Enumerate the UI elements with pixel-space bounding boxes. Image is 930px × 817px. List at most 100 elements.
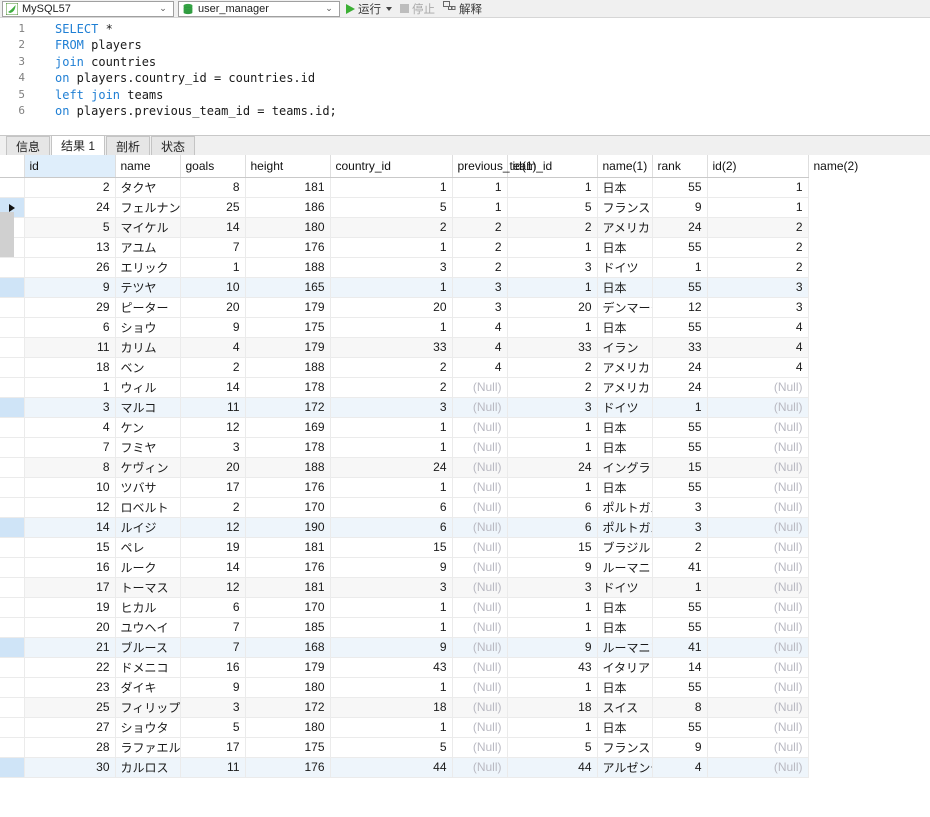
chevron-down-icon[interactable]: ⌄ bbox=[321, 3, 337, 14]
cell-country_id[interactable]: 1 bbox=[330, 437, 453, 458]
cell-id[interactable]: 29 bbox=[24, 297, 116, 318]
row-marker-cell[interactable] bbox=[0, 337, 25, 358]
cell-height[interactable]: 176 bbox=[245, 757, 331, 778]
cell-height[interactable]: 170 bbox=[245, 597, 331, 618]
cell-id(2)[interactable]: (Null) bbox=[707, 417, 809, 438]
row-marker-cell[interactable] bbox=[0, 417, 25, 438]
cell-previous_team_id[interactable]: (Null) bbox=[452, 657, 508, 678]
cell-name(1)[interactable]: 日本 bbox=[597, 437, 653, 458]
tab-2[interactable]: 剖析 bbox=[106, 136, 151, 155]
cell-goals[interactable]: 1 bbox=[180, 257, 246, 278]
cell-goals[interactable]: 11 bbox=[180, 757, 246, 778]
cell-id(2)[interactable]: (Null) bbox=[707, 557, 809, 578]
cell-country_id[interactable]: 9 bbox=[330, 637, 453, 658]
column-header[interactable]: id bbox=[24, 155, 116, 178]
cell-height[interactable]: 176 bbox=[245, 557, 331, 578]
cell-country_id[interactable]: 1 bbox=[330, 277, 453, 298]
cell-country_id[interactable]: 6 bbox=[330, 497, 453, 518]
cell-name(1)[interactable]: ブラジル bbox=[597, 537, 653, 558]
cell-goals[interactable]: 7 bbox=[180, 237, 246, 258]
cell-id[interactable]: 25 bbox=[24, 697, 116, 718]
cell-id(1)[interactable]: 1 bbox=[507, 237, 598, 258]
cell-id(1)[interactable]: 2 bbox=[507, 357, 598, 378]
cell-country_id[interactable]: 18 bbox=[330, 697, 453, 718]
cell-name(1)[interactable]: アメリカ bbox=[597, 217, 653, 238]
cell-name(1)[interactable]: アメリカ bbox=[597, 357, 653, 378]
cell-id[interactable]: 16 bbox=[24, 557, 116, 578]
cell-previous_team_id[interactable]: (Null) bbox=[452, 377, 508, 398]
cell-country_id[interactable]: 1 bbox=[330, 477, 453, 498]
table-row[interactable]: 17トーマス121813(Null)3ドイツ1(Null)(Null) bbox=[0, 577, 809, 598]
table-row[interactable]: 3マルコ111723(Null)3ドイツ1(Null)(Null) bbox=[0, 397, 809, 418]
cell-rank[interactable]: 1 bbox=[652, 397, 708, 418]
cell-height[interactable]: 176 bbox=[245, 477, 331, 498]
cell-id[interactable]: 4 bbox=[24, 417, 116, 438]
column-header[interactable]: goals bbox=[180, 155, 246, 178]
column-header[interactable]: country_id bbox=[330, 155, 453, 178]
cell-height[interactable]: 181 bbox=[245, 537, 331, 558]
column-header[interactable]: name bbox=[115, 155, 181, 178]
row-marker-cell[interactable] bbox=[0, 697, 25, 718]
cell-country_id[interactable]: 24 bbox=[330, 457, 453, 478]
cell-id(1)[interactable]: 1 bbox=[507, 317, 598, 338]
cell-name(1)[interactable]: フランス bbox=[597, 737, 653, 758]
column-header[interactable]: previous_team_id bbox=[452, 155, 552, 178]
cell-previous_team_id[interactable]: 2 bbox=[452, 237, 508, 258]
cell-id(1)[interactable]: 9 bbox=[507, 557, 598, 578]
table-row[interactable]: 15ペレ1918115(Null)15ブラジル2(Null)(Null) bbox=[0, 537, 809, 558]
cell-previous_team_id[interactable]: 2 bbox=[452, 217, 508, 238]
row-marker-cell[interactable] bbox=[0, 657, 25, 678]
row-marker-cell[interactable] bbox=[0, 537, 25, 558]
cell-id(1)[interactable]: 9 bbox=[507, 637, 598, 658]
cell-name(1)[interactable]: イタリア bbox=[597, 657, 653, 678]
tab-1[interactable]: 结果 1 bbox=[51, 135, 106, 155]
row-marker-cell[interactable] bbox=[0, 637, 25, 658]
cell-country_id[interactable]: 1 bbox=[330, 237, 453, 258]
cell-id(1)[interactable]: 20 bbox=[507, 297, 598, 318]
cell-rank[interactable]: 55 bbox=[652, 617, 708, 638]
cell-id(2)[interactable]: (Null) bbox=[707, 597, 809, 618]
cell-height[interactable]: 178 bbox=[245, 437, 331, 458]
row-marker-cell[interactable] bbox=[0, 677, 25, 698]
cell-country_id[interactable]: 33 bbox=[330, 337, 453, 358]
cell-id(1)[interactable]: 6 bbox=[507, 497, 598, 518]
table-row[interactable]: 14ルイジ121906(Null)6ポルトガル3(Null)(Null) bbox=[0, 517, 809, 538]
cell-previous_team_id[interactable]: 4 bbox=[452, 317, 508, 338]
cell-name[interactable]: ウィル bbox=[115, 377, 181, 398]
row-marker-cell[interactable] bbox=[0, 297, 25, 318]
cell-country_id[interactable]: 3 bbox=[330, 577, 453, 598]
column-header[interactable]: height bbox=[245, 155, 331, 178]
cell-id(2)[interactable]: (Null) bbox=[707, 717, 809, 738]
cell-height[interactable]: 190 bbox=[245, 517, 331, 538]
cell-id(2)[interactable]: 2 bbox=[707, 217, 809, 238]
cell-name[interactable]: ドメニコ bbox=[115, 657, 181, 678]
cell-goals[interactable]: 6 bbox=[180, 597, 246, 618]
cell-id[interactable]: 20 bbox=[24, 617, 116, 638]
cell-rank[interactable]: 55 bbox=[652, 237, 708, 258]
table-row[interactable]: 20ユウヘイ71851(Null)1日本55(Null)(Null) bbox=[0, 617, 809, 638]
cell-name(1)[interactable]: 日本 bbox=[597, 597, 653, 618]
cell-id(1)[interactable]: 15 bbox=[507, 537, 598, 558]
cell-id(1)[interactable]: 18 bbox=[507, 697, 598, 718]
cell-id[interactable]: 21 bbox=[24, 637, 116, 658]
cell-previous_team_id[interactable]: (Null) bbox=[452, 597, 508, 618]
cell-id(2)[interactable]: 1 bbox=[707, 197, 809, 218]
cell-id[interactable]: 24 bbox=[24, 197, 116, 218]
table-row[interactable]: 30カルロス1117644(Null)44アルゼンチン4(Null)(Null) bbox=[0, 757, 809, 778]
stop-button[interactable]: 停止 bbox=[398, 0, 437, 18]
database-selector[interactable]: user_manager ⌄ bbox=[178, 0, 340, 17]
cell-name[interactable]: アユム bbox=[115, 237, 181, 258]
cell-id(1)[interactable]: 44 bbox=[507, 757, 598, 778]
cell-id[interactable]: 9 bbox=[24, 277, 116, 298]
cell-id[interactable]: 26 bbox=[24, 257, 116, 278]
cell-id(1)[interactable]: 24 bbox=[507, 457, 598, 478]
cell-rank[interactable]: 55 bbox=[652, 417, 708, 438]
cell-country_id[interactable]: 44 bbox=[330, 757, 453, 778]
row-marker-cell[interactable] bbox=[0, 277, 25, 298]
cell-rank[interactable]: 15 bbox=[652, 457, 708, 478]
cell-name[interactable]: ロベルト bbox=[115, 497, 181, 518]
cell-id[interactable]: 30 bbox=[24, 757, 116, 778]
result-grid-container[interactable]: id name goals height country_id previous_team… bbox=[0, 155, 930, 812]
cell-id(2)[interactable]: 3 bbox=[707, 277, 809, 298]
table-row[interactable]: 1ウィル141782(Null)2アメリカ24(Null)(Null) bbox=[0, 377, 809, 398]
